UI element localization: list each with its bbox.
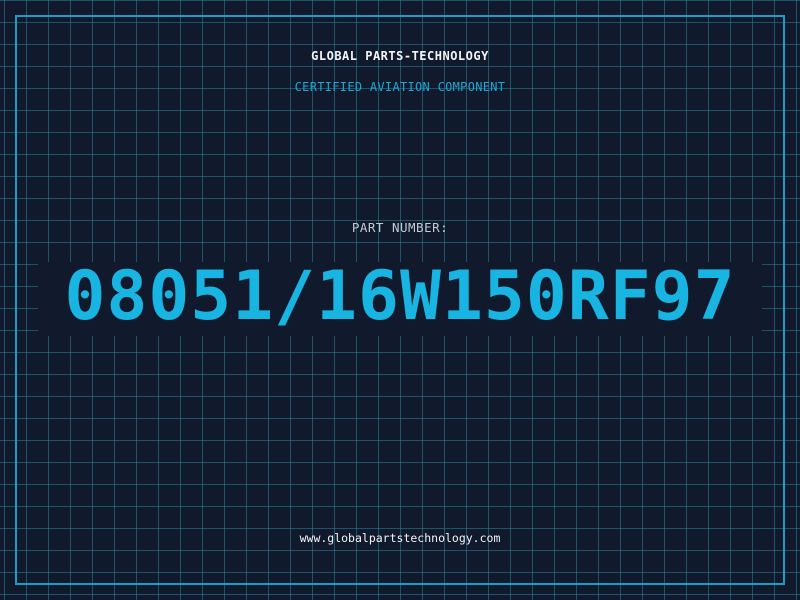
company-name: GLOBAL PARTS-TECHNOLOGY: [311, 49, 489, 63]
part-number-label: PART NUMBER:: [351, 220, 449, 235]
label-canvas: GLOBAL PARTS-TECHNOLOGY CERTIFIED AVIATI…: [0, 0, 800, 600]
certification-subtitle: CERTIFIED AVIATION COMPONENT: [294, 80, 506, 94]
part-number-value: 08051/16W150RF97: [64, 257, 736, 336]
website-url: www.globalpartstechnology.com: [299, 531, 501, 545]
